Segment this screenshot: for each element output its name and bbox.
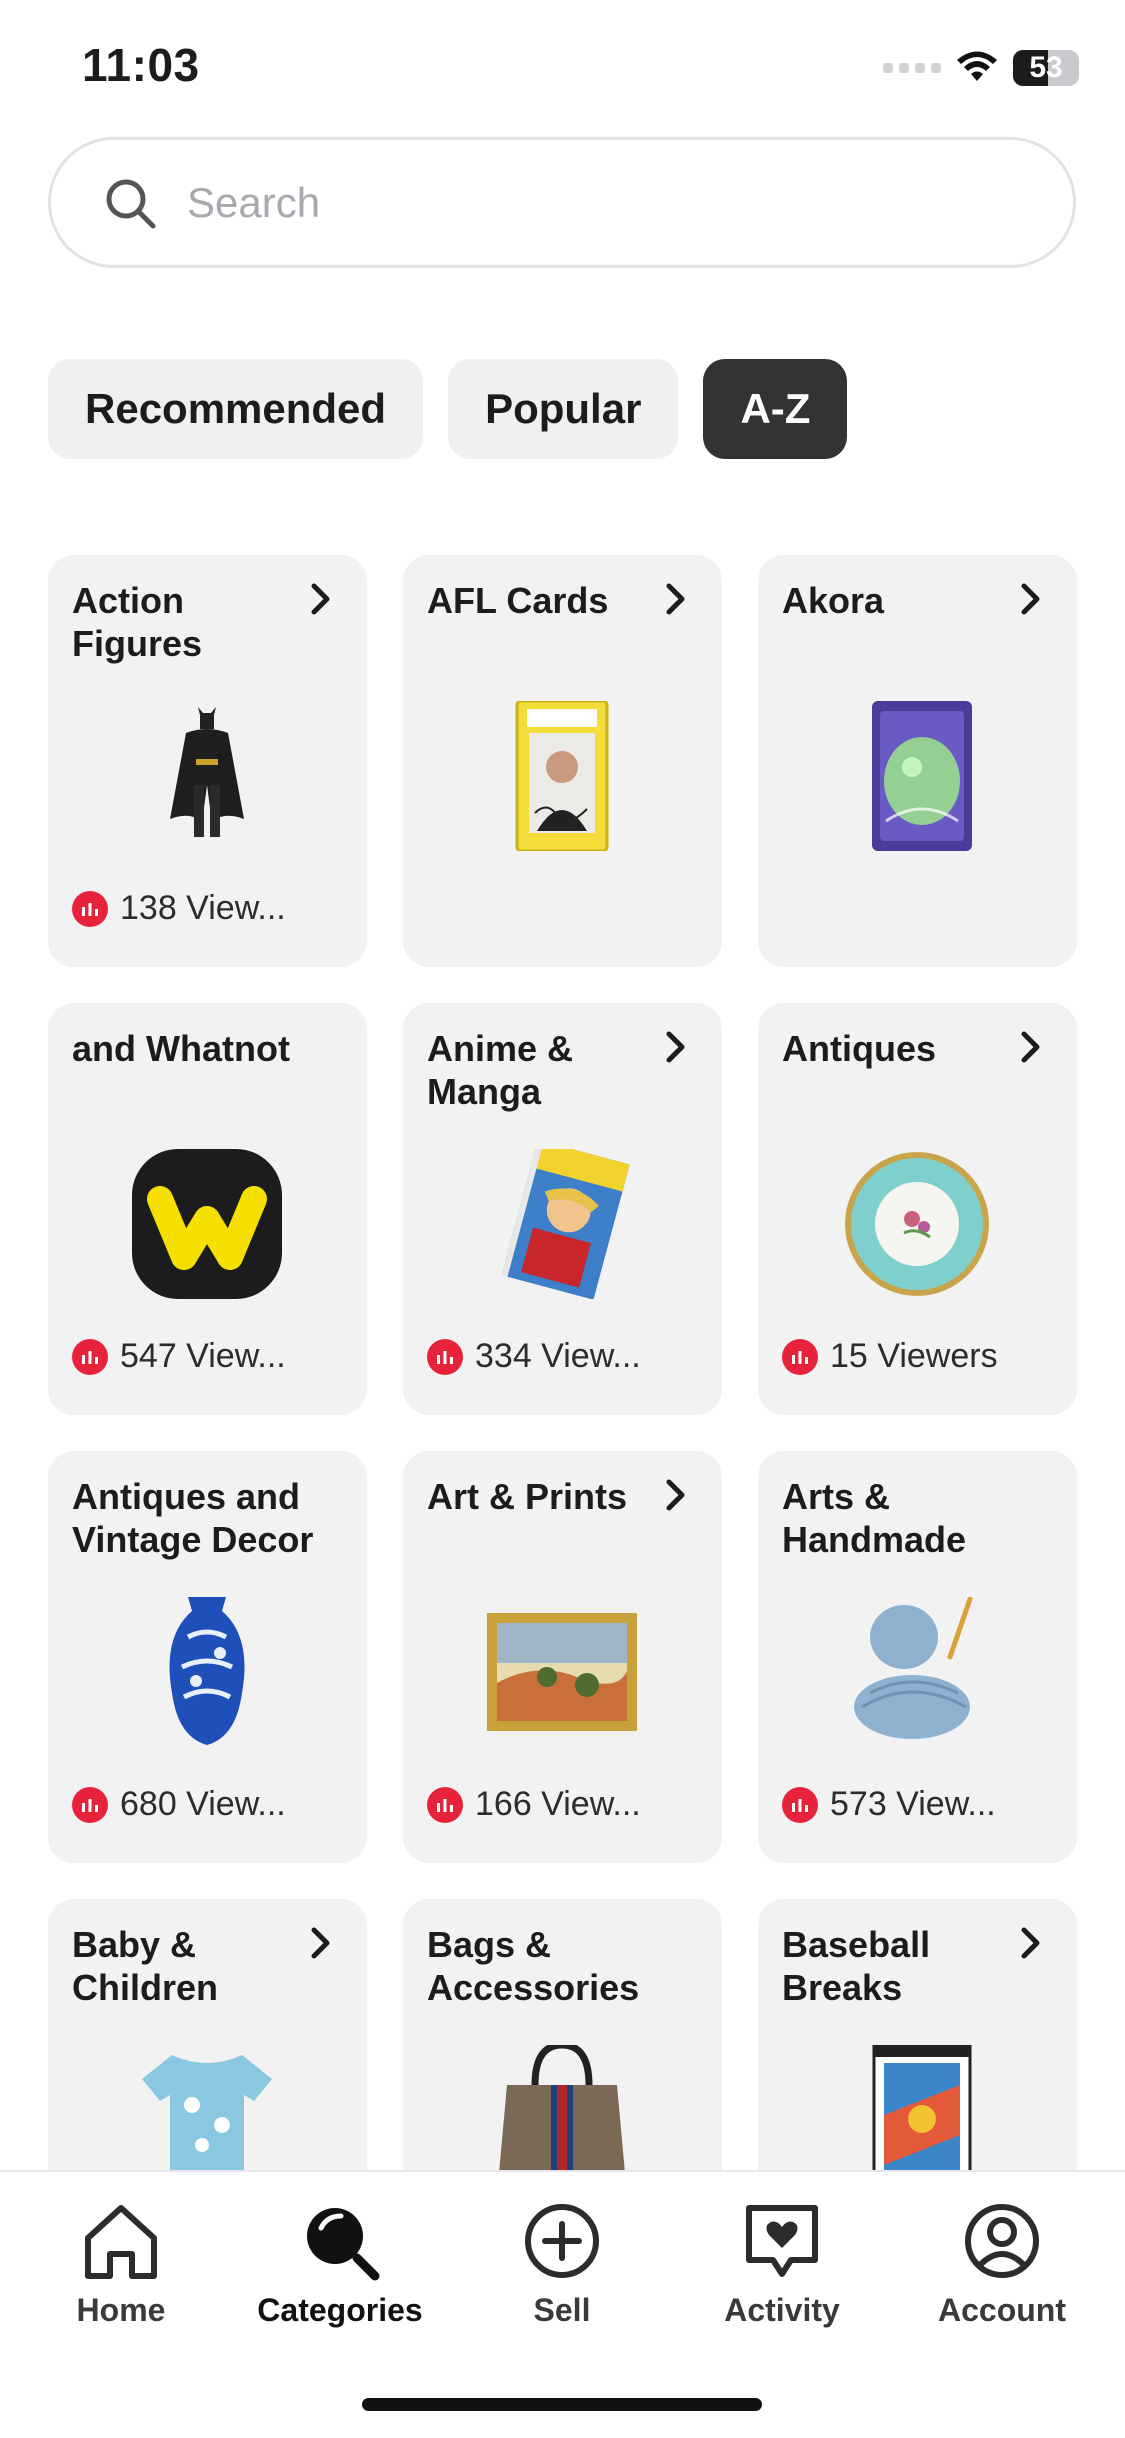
category-card-antiques[interactable]: Antiques 15 Viewers xyxy=(758,1003,1077,1415)
viewer-count-label: 573 View... xyxy=(830,1785,996,1823)
category-card-and-whatnot[interactable]: and Whatnot 547 View... xyxy=(48,1003,367,1415)
tab-bar-account[interactable]: Account xyxy=(912,2198,1092,2329)
baseball-card-image xyxy=(872,2045,972,2170)
tab-bar-categories[interactable]: Categories xyxy=(250,2198,430,2329)
viewer-count-label: 138 View... xyxy=(120,889,286,927)
manga-book-image xyxy=(501,1149,630,1299)
category-card-action-figures[interactable]: Action Figures 138 View... xyxy=(48,555,367,967)
category-card-afl-cards[interactable]: AFL Cards xyxy=(403,555,722,967)
categories-search-icon xyxy=(307,2208,380,2281)
tab-bar-label: Home xyxy=(76,2292,166,2328)
heart-message-icon xyxy=(746,2205,818,2277)
chevron-right-icon xyxy=(1021,1031,1040,1063)
chevron-right-icon xyxy=(666,1031,685,1063)
category-title: Arts & Handmade xyxy=(782,1476,967,1560)
live-icon xyxy=(72,890,108,927)
category-title: Antiques xyxy=(782,1028,937,1069)
graded-card-image xyxy=(515,701,609,851)
tab-bar-home[interactable]: Home xyxy=(31,2198,211,2329)
viewer-count: 573 View... xyxy=(782,1785,996,1824)
category-card-art-prints[interactable]: Art & Prints 166 View... xyxy=(403,1451,722,1863)
category-card-bags-accessories[interactable]: Bags & Accessories xyxy=(403,1899,722,2170)
search-bar[interactable] xyxy=(48,137,1076,268)
status-bar: 11:03 53 xyxy=(0,0,1125,132)
category-title: Action Figures xyxy=(72,580,203,664)
live-icon xyxy=(782,1786,818,1823)
category-title: Baseball Breaks xyxy=(782,1924,931,2008)
category-card-baseball-breaks[interactable]: Baseball Breaks xyxy=(758,1899,1077,2170)
category-card-anime-manga[interactable]: Anime & Manga 334 View... xyxy=(403,1003,722,1415)
chevron-right-icon xyxy=(666,1479,685,1511)
category-title: Anime & Manga xyxy=(427,1028,574,1112)
baby-onesie-image xyxy=(142,2055,272,2170)
viewer-count-label: 166 View... xyxy=(475,1785,641,1823)
viewer-count: 15 Viewers xyxy=(782,1337,998,1376)
category-title: Baby & Children xyxy=(72,1924,219,2008)
tab-recommended[interactable]: Recommended xyxy=(48,359,424,459)
trading-card-image xyxy=(872,701,972,851)
category-title: AFL Cards xyxy=(427,580,609,621)
whatnot-logo xyxy=(132,1149,282,1299)
live-icon xyxy=(782,1338,818,1375)
user-circle-icon xyxy=(965,2204,1039,2278)
battery-level: 53 xyxy=(1029,51,1063,84)
action-figure-image xyxy=(170,707,244,837)
chevron-right-icon xyxy=(311,583,330,615)
handbag-image xyxy=(499,2045,625,2170)
tab-a-z[interactable]: A-Z xyxy=(703,359,848,459)
antique-plate-image xyxy=(845,1152,989,1296)
plus-circle-icon xyxy=(525,2204,599,2278)
vase-image xyxy=(169,1597,245,1745)
viewer-count-label: 547 View... xyxy=(120,1337,286,1375)
status-indicators: 53 xyxy=(883,46,1079,90)
tab-bar-activity[interactable]: Activity xyxy=(692,2198,872,2329)
chevron-right-icon xyxy=(666,583,685,615)
category-title: Art & Prints xyxy=(427,1476,628,1517)
cellular-signal-icon xyxy=(883,63,941,73)
sort-tabs: Recommended Popular A-Z xyxy=(48,359,848,459)
chevron-right-icon xyxy=(311,1927,330,1959)
search-icon xyxy=(106,179,156,228)
viewer-count: 334 View... xyxy=(427,1337,641,1376)
chevron-right-icon xyxy=(1021,1927,1040,1959)
tab-bar-label: Activity xyxy=(724,2292,840,2328)
tab-bar-sell[interactable]: Sell xyxy=(472,2198,652,2329)
viewer-count: 680 View... xyxy=(72,1785,286,1824)
tab-popular[interactable]: Popular xyxy=(448,359,679,459)
viewer-count: 138 View... xyxy=(72,889,286,928)
viewer-count: 166 View... xyxy=(427,1785,641,1824)
live-icon xyxy=(427,1786,463,1823)
battery-icon: 53 xyxy=(1013,50,1079,86)
viewer-count: 547 View... xyxy=(72,1337,286,1376)
category-card-arts-handmade[interactable]: Arts & Handmade 573 View... xyxy=(758,1451,1077,1863)
status-time: 11:03 xyxy=(82,39,200,91)
viewer-count-label: 334 View... xyxy=(475,1337,641,1375)
tab-bar-label: Categories xyxy=(257,2292,423,2328)
tab-bar-label: Account xyxy=(938,2292,1066,2328)
live-icon xyxy=(72,1786,108,1823)
home-indicator[interactable] xyxy=(362,2398,762,2411)
category-title: Bags & Accessories xyxy=(427,1924,640,2008)
yarn-crochet-image xyxy=(854,1597,973,1739)
search-input[interactable] xyxy=(185,177,989,228)
viewer-count-label: 15 Viewers xyxy=(830,1337,998,1375)
category-title: Akora xyxy=(782,580,885,621)
home-icon xyxy=(85,2205,157,2279)
category-card-antiques-vintage-decor[interactable]: Antiques and Vintage Decor 680 View... xyxy=(48,1451,367,1863)
tab-bar-label: Sell xyxy=(533,2292,591,2328)
wifi-icon xyxy=(957,51,997,81)
chevron-right-icon xyxy=(1021,583,1040,615)
category-grid: Action Figures 138 View... AFL Cards Ako… xyxy=(48,555,1078,2170)
viewer-count-label: 680 View... xyxy=(120,1785,286,1823)
category-card-baby-children[interactable]: Baby & Children xyxy=(48,1899,367,2170)
category-title: and Whatnot xyxy=(72,1028,290,1069)
live-icon xyxy=(427,1338,463,1375)
category-title: Antiques and Vintage Decor xyxy=(72,1476,314,1560)
live-icon xyxy=(72,1338,108,1375)
category-card-akora[interactable]: Akora xyxy=(758,555,1077,967)
framed-painting-image xyxy=(487,1613,637,1731)
